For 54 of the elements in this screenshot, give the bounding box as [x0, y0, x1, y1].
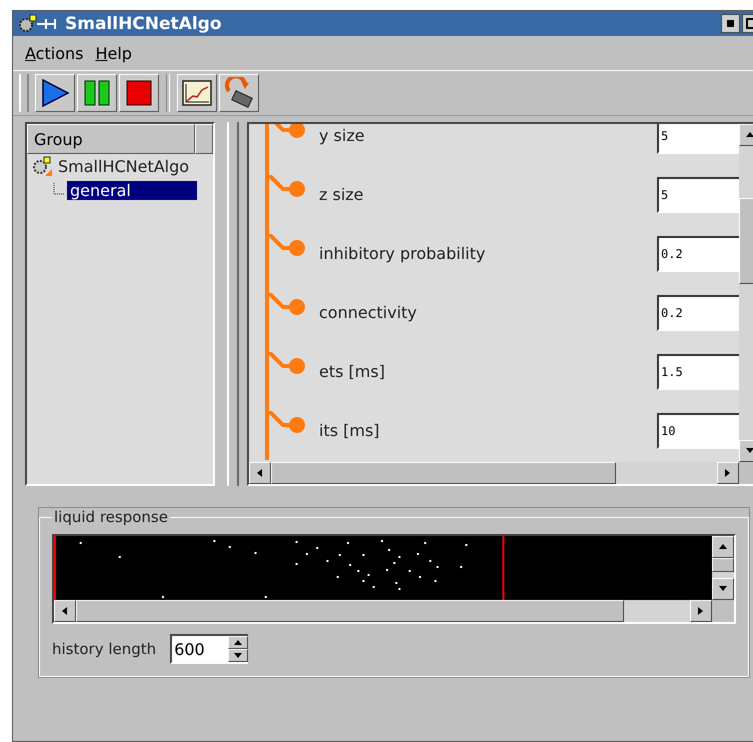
pause-icon	[83, 79, 111, 107]
up-arrow-icon	[233, 638, 244, 648]
header-spacer	[195, 124, 213, 154]
parameter-field[interactable]: 1.5	[657, 354, 739, 390]
minimize-icon	[727, 20, 734, 27]
menu-item[interactable]: Actions	[25, 44, 84, 62]
parameter-field[interactable]: 5	[657, 176, 739, 212]
pause-button[interactable]	[77, 74, 117, 112]
connector-icon	[269, 352, 305, 374]
vertical-scrollbar[interactable]	[712, 536, 734, 600]
minimize-button[interactable]	[721, 14, 740, 33]
play-icon	[40, 78, 70, 108]
horizontal-scrollbar[interactable]	[54, 600, 712, 622]
parameter-field[interactable]: 0.2	[657, 236, 739, 272]
spin-down-button[interactable]	[228, 649, 248, 662]
parameter-field[interactable]: 0.2	[657, 294, 739, 330]
left-arrow-icon	[255, 468, 265, 478]
left-arrow-icon	[60, 606, 70, 616]
connector-icon	[269, 411, 305, 433]
parameter-label: connectivity	[319, 303, 418, 322]
gear-icon	[31, 155, 53, 177]
horizontal-scrollbar[interactable]	[249, 462, 739, 484]
up-arrow-icon	[718, 542, 728, 552]
stop-icon	[125, 79, 153, 107]
connector-icon	[269, 293, 305, 315]
up-arrow-icon	[745, 130, 753, 140]
history-length-field[interactable]: 600	[170, 634, 228, 664]
history-length-label: history length	[52, 640, 156, 658]
tree-item[interactable]: general	[67, 180, 197, 200]
connector-icon	[269, 234, 305, 256]
reload-button[interactable]	[219, 74, 259, 112]
parameter-label: ets [ms]	[319, 362, 386, 381]
tree-connector-icon	[53, 183, 65, 197]
parameter-field[interactable]: 5	[657, 124, 739, 154]
connector-icon	[269, 175, 305, 197]
parameter-field[interactable]: 10	[657, 412, 739, 448]
menu-item[interactable]: Help	[95, 44, 132, 62]
parameter-label: its [ms]	[319, 421, 381, 440]
parameter-label: z size	[319, 185, 365, 204]
column-header[interactable]: Group	[27, 124, 195, 154]
chart-button[interactable]	[177, 74, 217, 112]
line-chart-icon	[182, 79, 212, 107]
down-arrow-icon	[233, 650, 244, 660]
group-title: liquid response	[53, 508, 169, 526]
splitter-handle[interactable]	[227, 122, 239, 486]
play-button[interactable]	[35, 74, 75, 112]
parameter-label: y size	[319, 126, 366, 145]
tree-item[interactable]: SmallHCNetAlgo	[55, 156, 192, 176]
spin-up-button[interactable]	[228, 636, 248, 649]
parameter-label: inhibitory probability	[319, 244, 486, 263]
stop-button[interactable]	[119, 74, 159, 112]
chip-reload-icon	[223, 77, 255, 109]
window-title: SmallHCNetAlgo	[65, 14, 222, 34]
toolbar-grip[interactable]	[19, 74, 29, 112]
